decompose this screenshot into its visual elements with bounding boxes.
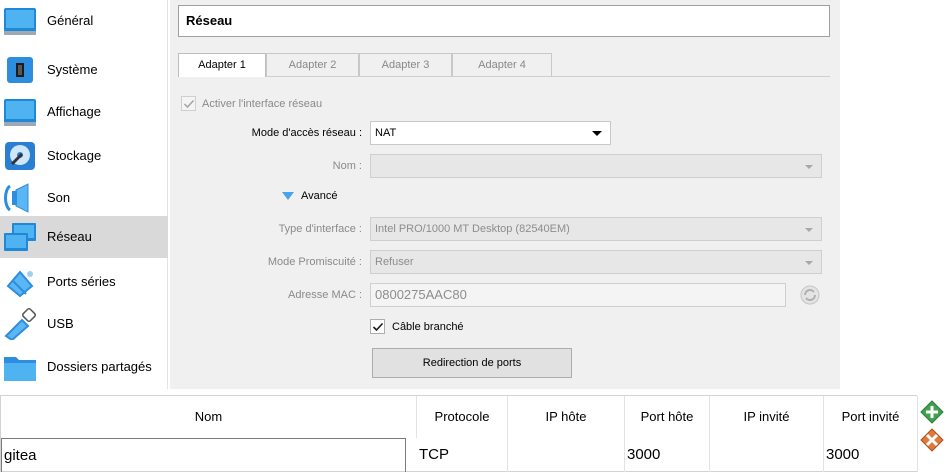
attached-to-value: NAT xyxy=(375,127,397,139)
settings-sidebar: Général Système Affichage Stockage Son R… xyxy=(0,0,168,389)
port-forwarding-button[interactable]: Redirection de ports xyxy=(372,348,572,378)
sidebar-item-label: Réseau xyxy=(47,229,92,244)
network-settings-panel: Réseau Adapter 1 Adapter 2 Adapter 3 Ada… xyxy=(170,0,840,389)
sidebar-item-label: Ports séries xyxy=(47,274,116,289)
expand-triangle-icon xyxy=(282,192,294,200)
name-label: Nom : xyxy=(332,160,362,172)
chevron-down-icon xyxy=(592,131,602,136)
chevron-down-icon xyxy=(805,165,813,169)
sidebar-item-label: Affichage xyxy=(47,104,101,119)
sidebar-item-label: Dossiers partagés xyxy=(47,359,152,374)
port-forwarding-table: Nom Protocole IP hôte Port hôte IP invit… xyxy=(0,395,918,472)
sidebar-item-label: Son xyxy=(47,190,71,205)
remove-rule-icon[interactable] xyxy=(920,428,944,452)
cable-connected-row[interactable]: Câble branché xyxy=(370,319,464,334)
tab-adapter-1[interactable]: Adapter 1 xyxy=(178,53,266,77)
sidebar-item-usb[interactable]: USB xyxy=(0,303,168,345)
mac-address-field: 0800275AAC80 xyxy=(370,283,786,307)
enable-adapter-label: Activer l'interface réseau xyxy=(202,97,323,110)
column-header-name[interactable]: Nom xyxy=(1,396,417,438)
sidebar-item-label: Système xyxy=(47,62,98,77)
column-header-host-port[interactable]: Port hôte xyxy=(625,396,710,438)
mac-address-label: Adresse MAC : xyxy=(288,289,362,301)
audio-icon xyxy=(4,183,29,213)
adapter-type-select: Intel PRO/1000 MT Desktop (82540EM) xyxy=(370,217,822,241)
add-rule-icon[interactable] xyxy=(920,400,944,424)
rule-name-cell[interactable]: gitea xyxy=(1,438,406,472)
enable-adapter-checkbox-row[interactable]: Activer l'interface réseau xyxy=(181,96,322,111)
check-icon xyxy=(372,322,384,332)
rule-host-ip-cell[interactable] xyxy=(508,438,625,472)
adapter-type-label: Type d'interface : xyxy=(278,223,362,235)
cable-connected-label: Câble branché xyxy=(392,320,464,333)
column-header-guest-ip[interactable]: IP invité xyxy=(710,396,824,438)
refresh-mac-icon xyxy=(800,285,820,305)
chevron-down-icon xyxy=(805,261,813,265)
tab-adapter-3[interactable]: Adapter 3 xyxy=(359,53,452,76)
advanced-toggle[interactable]: Avancé xyxy=(282,190,338,202)
tab-adapter-4[interactable]: Adapter 4 xyxy=(452,53,552,76)
sidebar-item-audio[interactable]: Son xyxy=(0,177,168,219)
sidebar-item-label: Général xyxy=(47,13,94,28)
rule-host-port-cell[interactable]: 3000 xyxy=(625,438,710,472)
sidebar-item-label: Stockage xyxy=(47,148,102,163)
promiscuous-mode-select: Refuser xyxy=(370,250,822,274)
sidebar-item-display[interactable]: Affichage xyxy=(0,91,168,133)
sidebar-item-label: USB xyxy=(47,316,74,331)
sidebar-item-storage[interactable]: Stockage xyxy=(0,135,168,177)
usb-icon xyxy=(4,308,36,340)
sidebar-item-network[interactable]: Réseau xyxy=(0,216,168,258)
page-title: Réseau xyxy=(178,5,830,37)
check-icon xyxy=(183,99,195,109)
promiscuous-mode-value: Refuser xyxy=(375,256,414,268)
tab-adapter-2[interactable]: Adapter 2 xyxy=(266,53,359,76)
column-header-guest-port[interactable]: Port invité xyxy=(824,396,918,438)
chevron-down-icon xyxy=(805,228,813,232)
display-icon xyxy=(4,99,36,126)
network-icon xyxy=(4,223,36,251)
name-select xyxy=(370,154,822,178)
cable-connected-checkbox[interactable] xyxy=(370,319,385,334)
enable-adapter-checkbox[interactable] xyxy=(181,96,196,111)
attached-to-label: Mode d'accès réseau : xyxy=(251,127,362,139)
column-header-host-ip[interactable]: IP hôte xyxy=(508,396,625,438)
sidebar-item-shared-folders[interactable]: Dossiers partagés xyxy=(0,346,168,388)
promiscuous-mode-label: Mode Promiscuité : xyxy=(267,256,362,268)
table-row[interactable]: gitea TCP 3000 3000 xyxy=(1,438,918,472)
rule-guest-port-cell[interactable]: 3000 xyxy=(824,438,918,472)
rule-protocol-cell[interactable]: TCP xyxy=(417,438,508,472)
advanced-label: Avancé xyxy=(301,190,338,202)
rule-guest-ip-cell[interactable] xyxy=(710,438,824,472)
system-icon xyxy=(7,57,33,83)
sidebar-item-system[interactable]: Système xyxy=(0,49,168,91)
table-header: Nom Protocole IP hôte Port hôte IP invit… xyxy=(1,396,918,438)
sidebar-item-serial-ports[interactable]: Ports séries xyxy=(0,261,168,303)
storage-icon xyxy=(5,142,35,170)
shared-folders-icon xyxy=(4,357,36,381)
serial-ports-icon xyxy=(6,270,34,298)
general-icon xyxy=(4,8,36,35)
column-header-protocol[interactable]: Protocole xyxy=(417,396,508,438)
adapter-type-value: Intel PRO/1000 MT Desktop (82540EM) xyxy=(375,223,570,235)
attached-to-select[interactable]: NAT xyxy=(370,121,611,145)
sidebar-item-general[interactable]: Général xyxy=(0,0,168,42)
